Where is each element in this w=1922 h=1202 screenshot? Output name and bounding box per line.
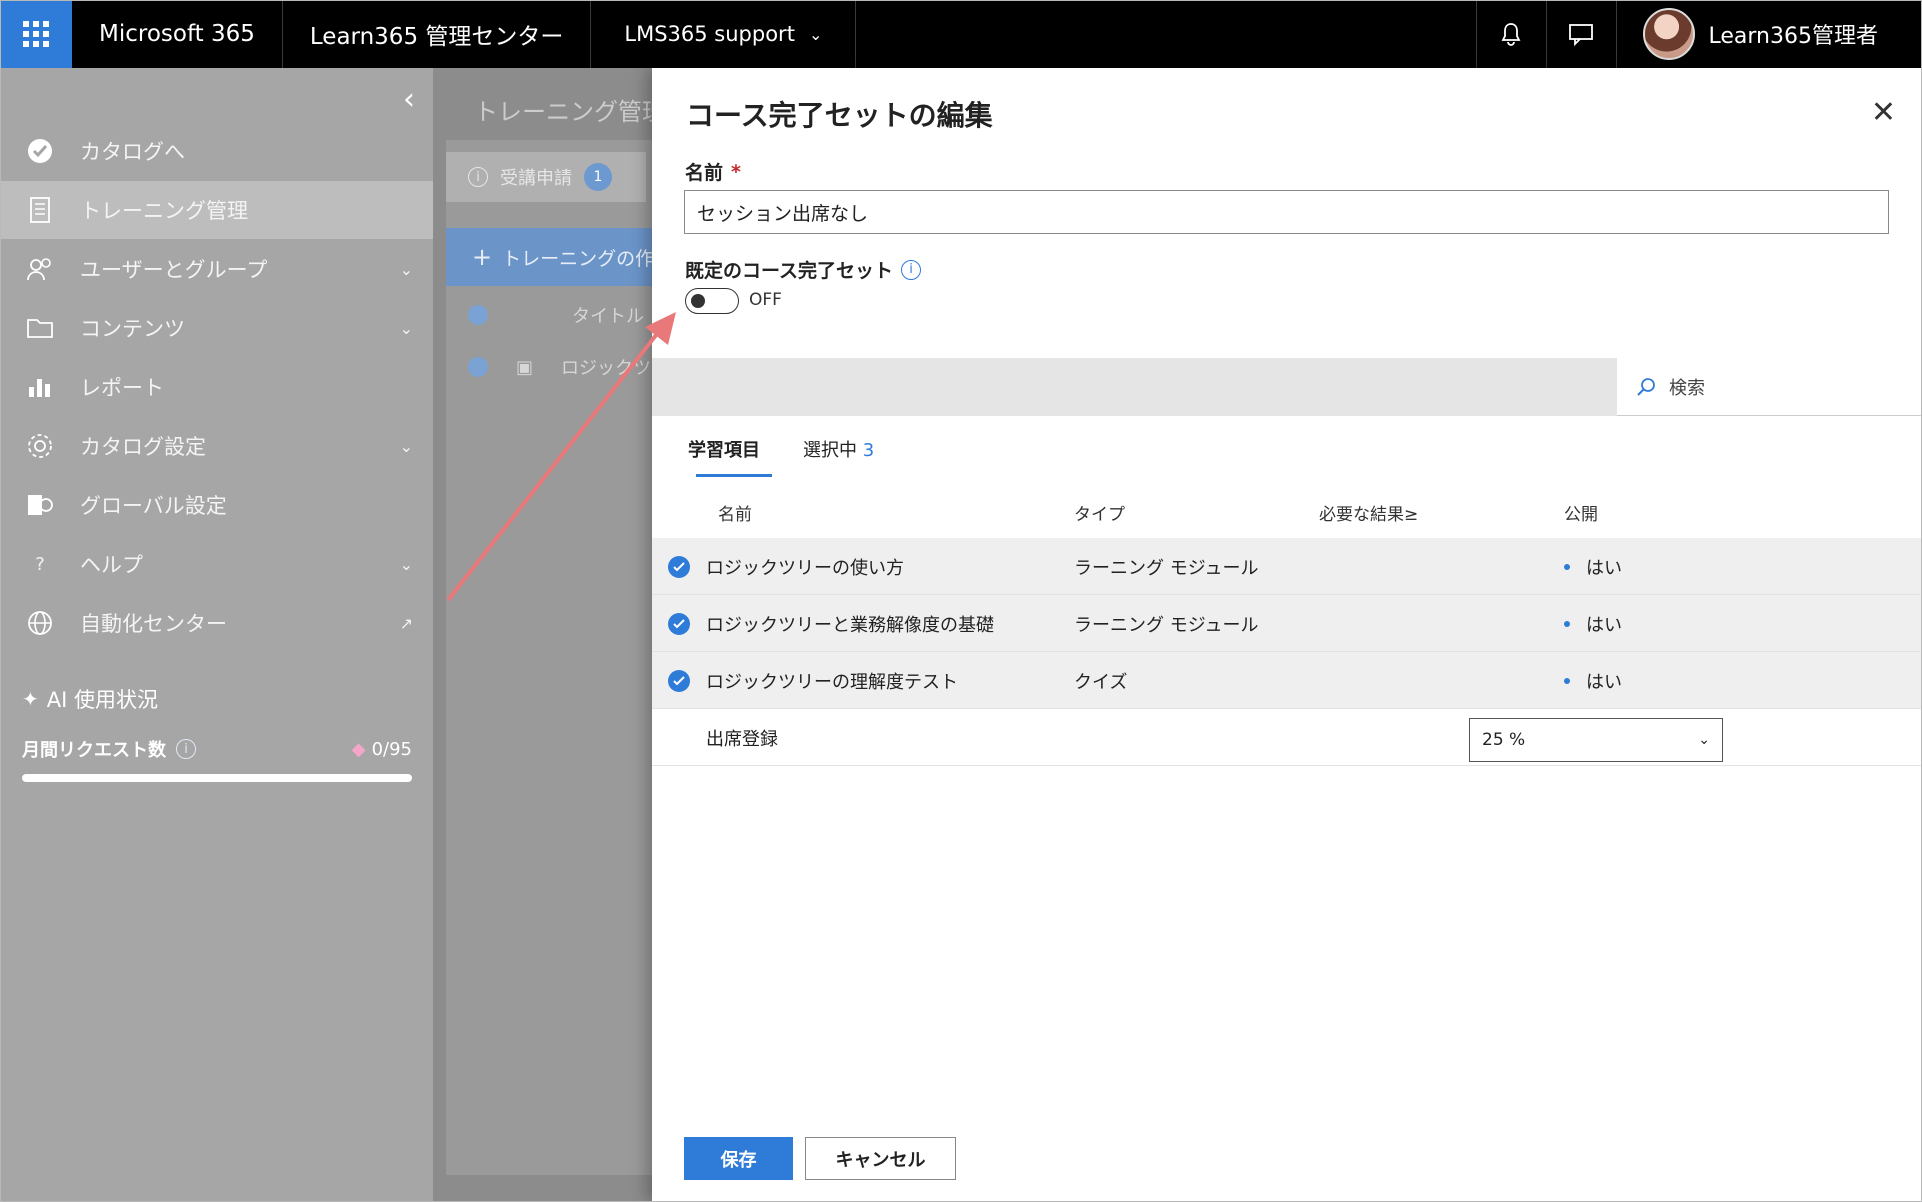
screenshot-frame (0, 0, 1922, 1202)
